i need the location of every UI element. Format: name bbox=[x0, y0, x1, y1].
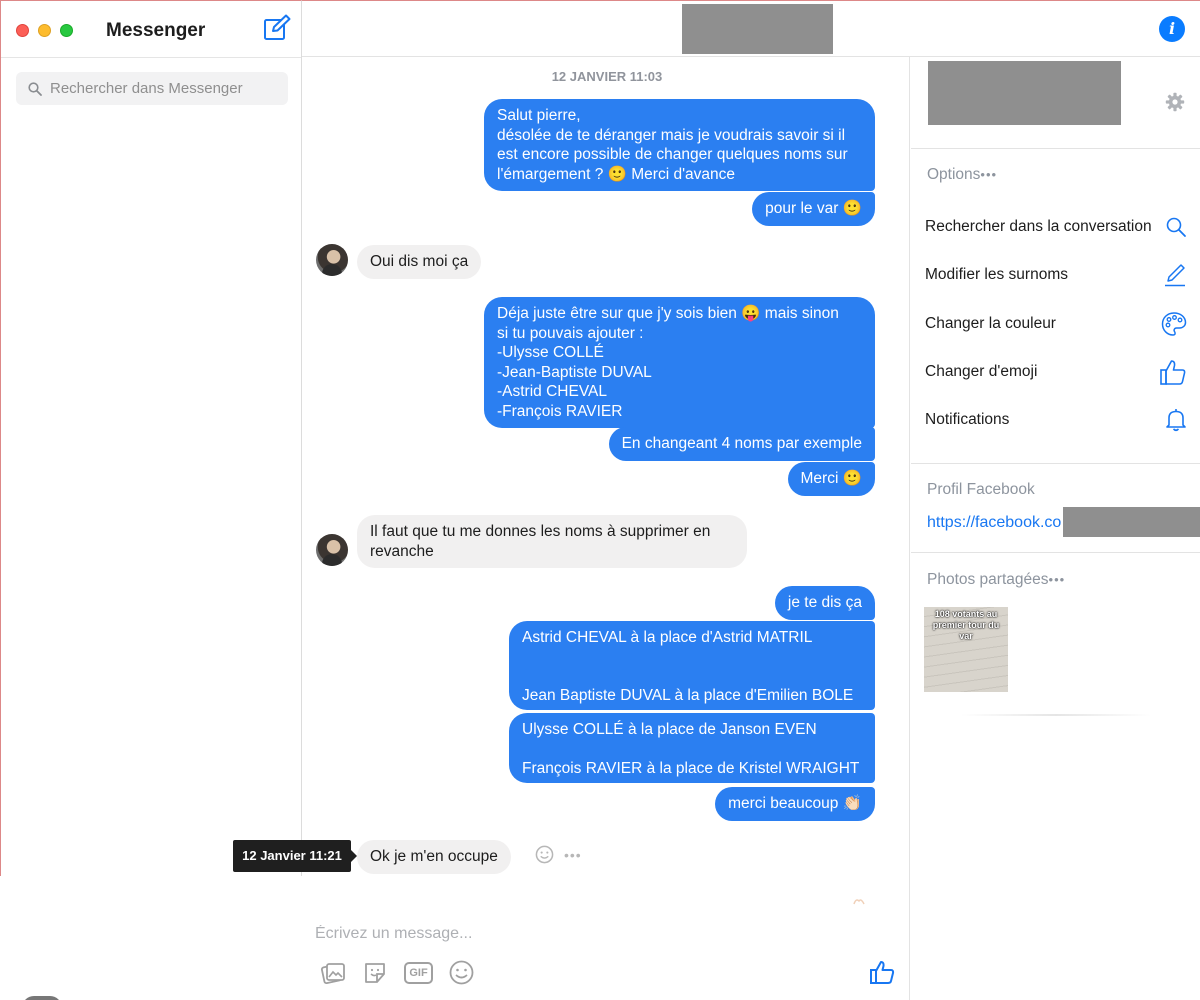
info-icon[interactable]: i bbox=[1159, 16, 1185, 42]
outgoing-message[interactable]: Salut pierre, désolée de te déranger mai… bbox=[484, 99, 875, 191]
seen-indicator-icon bbox=[853, 899, 865, 905]
message-composer: GIF bbox=[302, 907, 910, 1000]
more-options-icon[interactable]: ••• bbox=[564, 847, 582, 863]
option-change-emoji[interactable]: Changer d'emoji bbox=[925, 357, 1187, 387]
outgoing-message[interactable]: Déja juste être sur que j'y sois bien 😛 … bbox=[484, 297, 875, 428]
incoming-message[interactable]: Oui dis moi ça bbox=[357, 245, 482, 279]
search-icon bbox=[1166, 217, 1186, 237]
divider bbox=[961, 714, 1151, 716]
message-actions: ••• bbox=[535, 845, 582, 864]
shared-photos-section-title[interactable]: Photos partagées••• bbox=[927, 571, 1065, 589]
palette-icon bbox=[1161, 312, 1187, 336]
app-title: Messenger bbox=[106, 20, 206, 41]
message-input[interactable] bbox=[315, 925, 875, 943]
contact-avatar[interactable] bbox=[316, 534, 348, 566]
option-change-color[interactable]: Changer la couleur bbox=[925, 309, 1187, 339]
sticker-icon[interactable] bbox=[362, 959, 389, 986]
search-input[interactable] bbox=[50, 80, 270, 97]
compose-icon[interactable] bbox=[263, 14, 291, 42]
option-search-conversation[interactable]: Rechercher dans la conversation bbox=[925, 212, 1187, 242]
outgoing-message[interactable]: Ulysse COLLÉ à la place de Janson EVEN F… bbox=[509, 713, 875, 783]
option-edit-nicknames[interactable]: Modifier les surnoms bbox=[925, 260, 1187, 290]
conversation-header: i bbox=[302, 0, 1200, 57]
redacted-profile-url bbox=[1063, 507, 1200, 537]
outgoing-message[interactable]: je te dis ça bbox=[774, 586, 875, 620]
image-icon[interactable] bbox=[320, 959, 347, 986]
minimize-window-button[interactable] bbox=[38, 24, 51, 37]
facebook-profile-link[interactable]: https://facebook.co bbox=[927, 514, 1061, 532]
outgoing-message[interactable]: En changeant 4 noms par exemple bbox=[608, 427, 875, 461]
gif-button[interactable]: GIF bbox=[404, 961, 433, 984]
redacted-contact-name bbox=[928, 61, 1121, 125]
timestamp-tooltip: 12 Janvier 11:21 bbox=[233, 840, 357, 872]
avatar[interactable] bbox=[22, 996, 62, 1000]
composer-tools: GIF bbox=[320, 959, 475, 986]
close-window-button[interactable] bbox=[16, 24, 29, 37]
outgoing-message[interactable]: merci beaucoup 👏🏻 bbox=[715, 787, 875, 821]
incoming-message[interactable]: Il faut que tu me donnes les noms à supp… bbox=[357, 515, 747, 568]
outgoing-message[interactable]: Astrid CHEVAL à la place d'Astrid MATRIL… bbox=[509, 621, 875, 710]
timestamp: 12 JANVIER 11:03 bbox=[551, 69, 663, 84]
photo-caption: 108 votants au premier tour du var bbox=[932, 609, 1000, 641]
emoji-icon[interactable] bbox=[448, 959, 475, 986]
divider bbox=[911, 463, 1200, 464]
search-icon bbox=[28, 81, 42, 96]
messenger-window: Messenger i 12 JANVIER 11:03 Salut pierr… bbox=[0, 0, 1200, 1000]
react-emoji-icon[interactable] bbox=[535, 845, 554, 864]
gear-icon[interactable] bbox=[1165, 92, 1185, 112]
message-thread[interactable]: 12 JANVIER 11:03 Salut pierre, désolée d… bbox=[233, 57, 910, 907]
pencil-icon bbox=[1165, 264, 1185, 287]
zoom-window-button[interactable] bbox=[60, 24, 73, 37]
option-notifications[interactable]: Notifications bbox=[925, 405, 1187, 435]
conversation-details-panel: Options••• Rechercher dans la conversati… bbox=[911, 57, 1200, 1000]
send-like-icon[interactable] bbox=[869, 959, 895, 985]
outgoing-message[interactable]: pour le var 🙂 bbox=[752, 192, 875, 226]
bell-icon bbox=[1166, 409, 1186, 432]
divider bbox=[911, 552, 1200, 553]
contact-avatar[interactable] bbox=[316, 244, 348, 276]
window-controls bbox=[16, 24, 73, 37]
search-bar[interactable] bbox=[16, 72, 288, 105]
incoming-message[interactable]: Ok je m'en occupe bbox=[357, 840, 511, 874]
outgoing-message[interactable]: Merci 🙂 bbox=[787, 462, 875, 496]
thumbs-up-icon bbox=[1160, 360, 1186, 385]
divider bbox=[911, 148, 1200, 149]
profile-section-title: Profil Facebook bbox=[927, 481, 1035, 498]
options-section-title[interactable]: Options••• bbox=[927, 166, 997, 184]
redacted-contact-name bbox=[682, 4, 833, 54]
shared-photo-thumbnail[interactable]: 108 votants au premier tour du var bbox=[924, 607, 1008, 692]
conversation-sidebar: Messenger bbox=[0, 0, 302, 876]
